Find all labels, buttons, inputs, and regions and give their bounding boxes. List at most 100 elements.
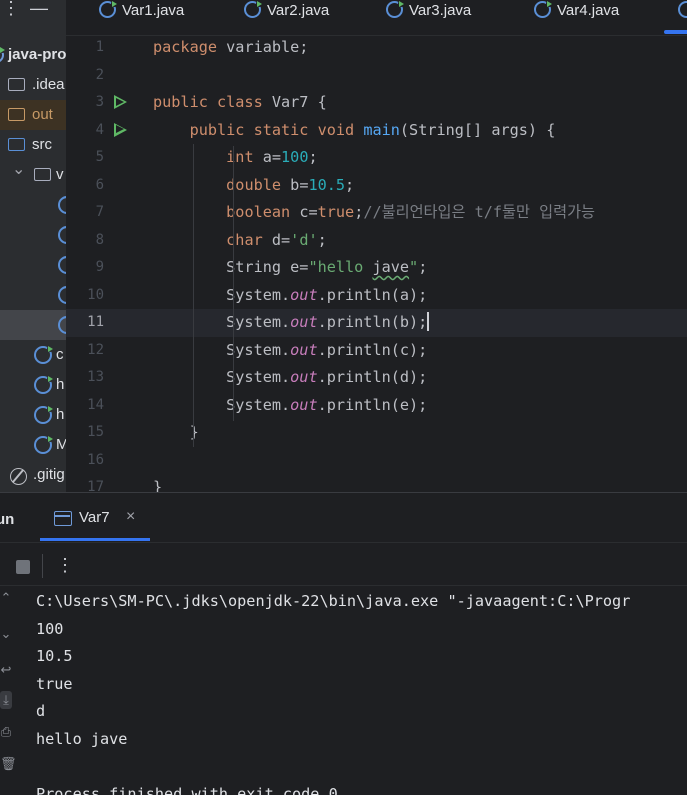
run-toolbar: ⋮ <box>0 544 687 586</box>
tree-item-class[interactable] <box>0 250 66 280</box>
line-number: 12 <box>87 341 104 358</box>
tree-item-class[interactable] <box>0 220 66 250</box>
editor-tab[interactable]: Var3.java <box>386 0 471 24</box>
code-line[interactable]: 15 } <box>66 419 687 447</box>
scroll-to-end-icon[interactable]: ⤓ <box>0 691 12 709</box>
line-number: 11 <box>87 314 104 330</box>
folder-icon <box>8 108 25 121</box>
code-text: System.out.println(d); <box>153 368 428 386</box>
class-icon <box>58 226 66 244</box>
tree-item-class[interactable] <box>0 280 66 310</box>
tree-item-label: out <box>32 106 53 123</box>
class-icon <box>58 196 66 214</box>
more-options-icon[interactable]: ⋮ <box>56 554 74 576</box>
editor-tab-active[interactable] <box>678 0 687 24</box>
module-icon <box>0 46 6 63</box>
run-tab-indicator <box>40 538 150 541</box>
folder-icon <box>8 78 25 91</box>
code-text: } <box>153 478 163 492</box>
line-number: 13 <box>87 369 104 385</box>
editor-tab-label: Var3.java <box>409 2 472 19</box>
run-side-toolbar: ⌃ ⌄ ↩ ⤓ ⎙ 🗑 <box>0 587 18 795</box>
tree-item[interactable]: out <box>0 100 66 130</box>
editor-tab[interactable]: Var4.java <box>534 0 619 24</box>
class-icon <box>534 0 553 18</box>
tree-item[interactable]: ⌄ v <box>0 160 66 190</box>
class-icon <box>386 0 405 18</box>
console-output[interactable]: C:\Users\SM-PC\.jdks\openjdk-22\bin\java… <box>36 587 687 795</box>
tree-item[interactable]: h <box>0 400 66 430</box>
code-line[interactable]: 16 <box>66 447 687 475</box>
code-line[interactable]: 6 double b=10.5; <box>66 172 687 200</box>
class-icon <box>58 256 66 274</box>
class-icon <box>58 286 66 304</box>
tree-item[interactable]: h <box>0 370 66 400</box>
collapse-icon[interactable]: ⋮ <box>2 0 20 18</box>
code-line[interactable]: 3 public class Var7 { <box>66 89 687 117</box>
indent-guide <box>193 144 194 447</box>
line-number: 8 <box>95 231 104 248</box>
editor-tabbar: Var1.java Var2.java Var3.java Var4.java <box>66 0 687 36</box>
print-icon[interactable]: ⎙ <box>0 723 12 741</box>
code-line[interactable]: 12 System.out.println(c); <box>66 337 687 365</box>
scroll-down-icon[interactable]: ⌄ <box>0 625 12 643</box>
code-line[interactable]: 4 public static void main(String[] args)… <box>66 117 687 145</box>
trash-icon[interactable]: 🗑 <box>0 755 17 773</box>
code-line[interactable]: 5 int a=100; <box>66 144 687 172</box>
line-number: 9 <box>95 259 104 275</box>
tree-item-label: c <box>56 346 64 363</box>
line-number: 10 <box>87 286 104 303</box>
minimize-icon[interactable]: — <box>30 0 48 18</box>
soft-wrap-icon[interactable]: ↩ <box>0 661 12 679</box>
code-text: System.out.println(b); <box>153 312 430 331</box>
chevron-down-icon[interactable]: ⌄ <box>12 155 25 185</box>
code-editor[interactable]: Var1.java Var2.java Var3.java Var4.java 1 pa… <box>66 0 687 492</box>
code-line[interactable]: 7 boolean c=true;//불리언타입은 t/f둘만 입력가능 <box>66 199 687 227</box>
code-line[interactable]: 11 System.out.println(b); <box>66 309 687 337</box>
class-icon <box>34 405 54 424</box>
console-line: 10.5 <box>36 647 73 665</box>
line-number: 5 <box>95 149 104 165</box>
run-gutter-icon[interactable] <box>114 95 127 109</box>
tree-item-class[interactable] <box>0 310 66 340</box>
project-panel: ⋮ — java-pro .idea out src ⌄ v c h h M .gitig <box>0 0 66 492</box>
tree-root-label: java-pro <box>8 46 66 63</box>
scroll-up-icon[interactable]: ⌃ <box>0 589 12 607</box>
code-text: double b=10.5; <box>226 175 355 194</box>
code-text: String e="hello jave"; <box>153 258 428 276</box>
code-line[interactable]: 1 package variable; <box>66 34 687 62</box>
tree-item[interactable]: .gitig <box>0 460 66 490</box>
tree-item[interactable]: src <box>0 130 66 160</box>
code-line[interactable]: 17} <box>66 474 687 492</box>
console-line: d <box>36 702 46 720</box>
folder-icon <box>8 138 25 151</box>
code-line[interactable]: 2 <box>66 62 687 90</box>
tree-item[interactable]: M <box>0 430 66 460</box>
code-line[interactable]: 14 System.out.println(e); <box>66 392 687 420</box>
tree-item-label: v <box>56 166 64 183</box>
tree-item-class[interactable] <box>0 190 66 220</box>
tree-item-label: .gitig <box>33 466 65 483</box>
code-text: int a=100; <box>226 148 318 166</box>
code-line[interactable]: 9 String e="hello jave"; <box>66 254 687 282</box>
tree-root[interactable]: java-pro <box>0 40 66 70</box>
toolbar-divider <box>42 554 43 578</box>
editor-tab[interactable]: Var2.java <box>244 0 329 24</box>
package-icon <box>34 168 51 181</box>
code-line[interactable]: 13 System.out.println(d); <box>66 364 687 392</box>
run-gutter-icon[interactable] <box>114 122 127 137</box>
code-line[interactable]: 10 System.out.println(a); <box>66 282 687 310</box>
tree-item[interactable]: .idea <box>0 70 66 100</box>
stop-button[interactable] <box>16 560 30 574</box>
class-icon <box>678 1 687 18</box>
close-icon[interactable]: × <box>126 508 135 526</box>
code-line[interactable]: 8 char d='d'; <box>66 227 687 255</box>
editor-tab[interactable]: Var1.java <box>99 0 184 24</box>
tree-item[interactable]: c <box>0 340 66 370</box>
line-number: 7 <box>95 204 104 220</box>
code-text: public static void main(String[] args) { <box>189 120 556 139</box>
code-area[interactable]: 1 package variable; 2 3 public class Var7 {4… <box>66 34 687 492</box>
run-header: un Var7 × <box>0 493 687 543</box>
console-line: Process finished with exit code 0 <box>36 784 338 795</box>
console-line: C:\Users\SM-PC\.jdks\openjdk-22\bin\java… <box>36 592 631 610</box>
